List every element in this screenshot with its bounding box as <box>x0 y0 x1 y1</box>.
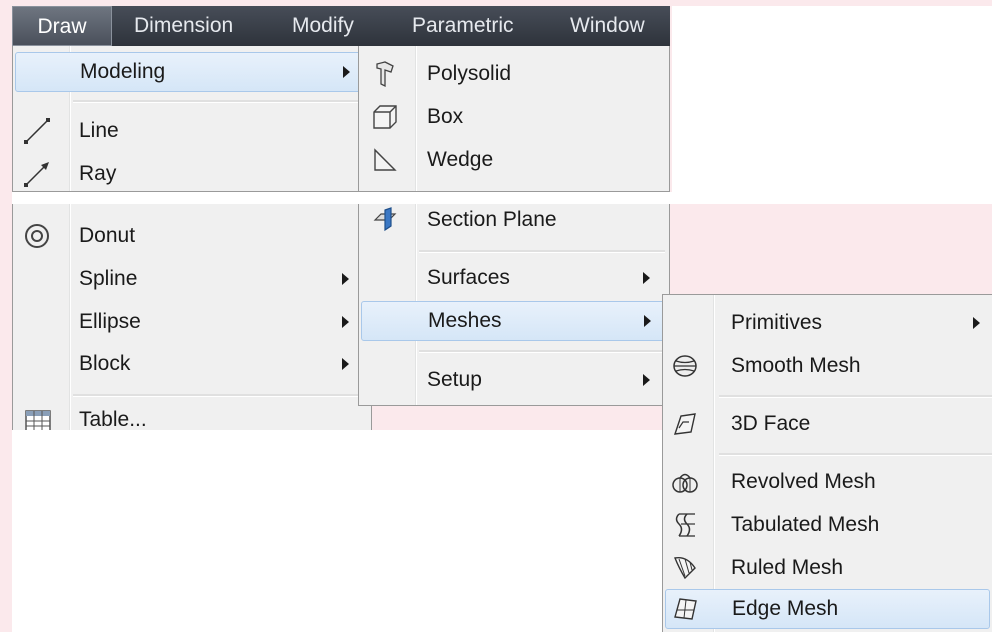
menu-item-tabulated-mesh[interactable]: Tabulated Mesh <box>665 505 990 545</box>
menu-item-box[interactable]: Box <box>361 97 667 137</box>
smooth-mesh-icon <box>673 355 697 377</box>
line-icon <box>24 118 50 144</box>
wedge-icon <box>374 148 397 171</box>
menu-item-label: Meshes <box>428 309 502 332</box>
draw-menu-lower: Donut Spline Ellipse Block Table... <box>12 204 372 430</box>
menu-item-label: Box <box>427 105 464 128</box>
menu-item-surfaces[interactable]: Surfaces <box>361 258 667 298</box>
menu-item-ellipse[interactable]: Ellipse <box>15 302 369 342</box>
menubar-window[interactable]: Window <box>570 6 645 46</box>
menu-item-label: Section Plane <box>427 208 557 231</box>
tabulated-mesh-icon <box>675 513 695 537</box>
menu-item-label: Ray <box>79 162 117 185</box>
background-panel <box>12 430 662 632</box>
submenu-arrow-icon <box>644 315 651 327</box>
3d-face-icon <box>673 413 696 435</box>
submenu-arrow-icon <box>343 66 350 78</box>
background-panel <box>672 6 992 192</box>
menu-item-label: Surfaces <box>427 266 510 289</box>
menu-item-label: Tabulated Mesh <box>731 513 880 536</box>
submenu-arrow-icon <box>643 374 650 386</box>
menu-item-3d-face[interactable]: 3D Face <box>665 404 990 444</box>
ruled-mesh-icon <box>674 557 696 580</box>
menu-bar: Draw Dimension Modify Parametric Window <box>12 6 670 46</box>
draw-menu: Modeling Line Ray <box>12 46 372 192</box>
menu-item-spline[interactable]: Spline <box>15 259 369 299</box>
table-icon <box>25 410 51 430</box>
modeling-submenu: Polysolid Box Wedge <box>358 46 670 192</box>
menubar-dimension[interactable]: Dimension <box>134 6 233 46</box>
edge-mesh-icon <box>674 598 697 620</box>
menu-item-line[interactable]: Line <box>15 111 369 151</box>
submenu-arrow-icon <box>342 273 349 285</box>
menu-item-section-plane[interactable]: Section Plane <box>361 200 667 240</box>
menu-item-ruled-mesh[interactable]: Ruled Mesh <box>665 548 990 588</box>
submenu-arrow-icon <box>643 272 650 284</box>
menu-item-primitives[interactable]: Primitives <box>665 303 990 343</box>
menu-item-edge-mesh[interactable]: Edge Mesh <box>665 589 990 629</box>
menubar-parametric[interactable]: Parametric <box>412 6 514 46</box>
submenu-arrow-icon <box>973 317 980 329</box>
submenu-arrow-icon <box>342 316 349 328</box>
menu-item-setup[interactable]: Setup <box>361 360 667 400</box>
menu-item-label: 3D Face <box>731 412 811 435</box>
menu-item-label: Polysolid <box>427 62 512 85</box>
submenu-arrow-icon <box>342 358 349 370</box>
menu-item-revolved-mesh[interactable]: Revolved Mesh <box>665 462 990 502</box>
menu-item-label: Ruled Mesh <box>731 556 844 579</box>
menubar-draw[interactable]: Draw <box>12 6 112 46</box>
menu-item-label: Modeling <box>80 60 166 83</box>
modeling-submenu-lower: Section Plane Surfaces Meshes Setup <box>358 204 670 406</box>
menu-item-label: Edge Mesh <box>732 597 839 620</box>
menu-item-label: Revolved Mesh <box>731 470 876 493</box>
donut-icon <box>25 224 49 248</box>
menu-item-label: Setup <box>427 368 482 391</box>
menu-item-polysolid[interactable]: Polysolid <box>361 54 667 94</box>
menu-item-table[interactable]: Table... <box>15 404 369 430</box>
meshes-submenu: Primitives Smooth Mesh 3D Face Revolved … <box>662 294 992 632</box>
menu-item-label: Line <box>79 119 119 142</box>
revolved-mesh-icon <box>672 473 698 493</box>
menu-item-ray[interactable]: Ray <box>15 154 369 194</box>
menu-item-donut[interactable]: Donut <box>15 216 369 256</box>
menu-item-wedge[interactable]: Wedge <box>361 140 667 180</box>
menu-item-label: Primitives <box>731 311 823 334</box>
menu-item-label: Wedge <box>427 148 494 171</box>
menu-item-block[interactable]: Block <box>15 344 369 384</box>
menu-item-smooth-mesh[interactable]: Smooth Mesh <box>665 346 990 386</box>
polysolid-icon <box>376 61 394 88</box>
menu-item-modeling[interactable]: Modeling <box>15 52 369 92</box>
menu-item-label: Donut <box>79 224 136 247</box>
section-plane-icon <box>373 207 397 232</box>
ray-icon <box>24 162 49 187</box>
menu-item-label: Smooth Mesh <box>731 354 861 377</box>
menu-item-label: Block <box>79 352 131 375</box>
menu-item-label: Table... <box>79 408 147 430</box>
menu-item-label: Ellipse <box>79 310 141 333</box>
menu-item-meshes[interactable]: Meshes <box>361 301 667 341</box>
box-icon <box>373 105 397 129</box>
menubar-modify[interactable]: Modify <box>292 6 354 46</box>
menu-item-label: Spline <box>79 267 138 290</box>
